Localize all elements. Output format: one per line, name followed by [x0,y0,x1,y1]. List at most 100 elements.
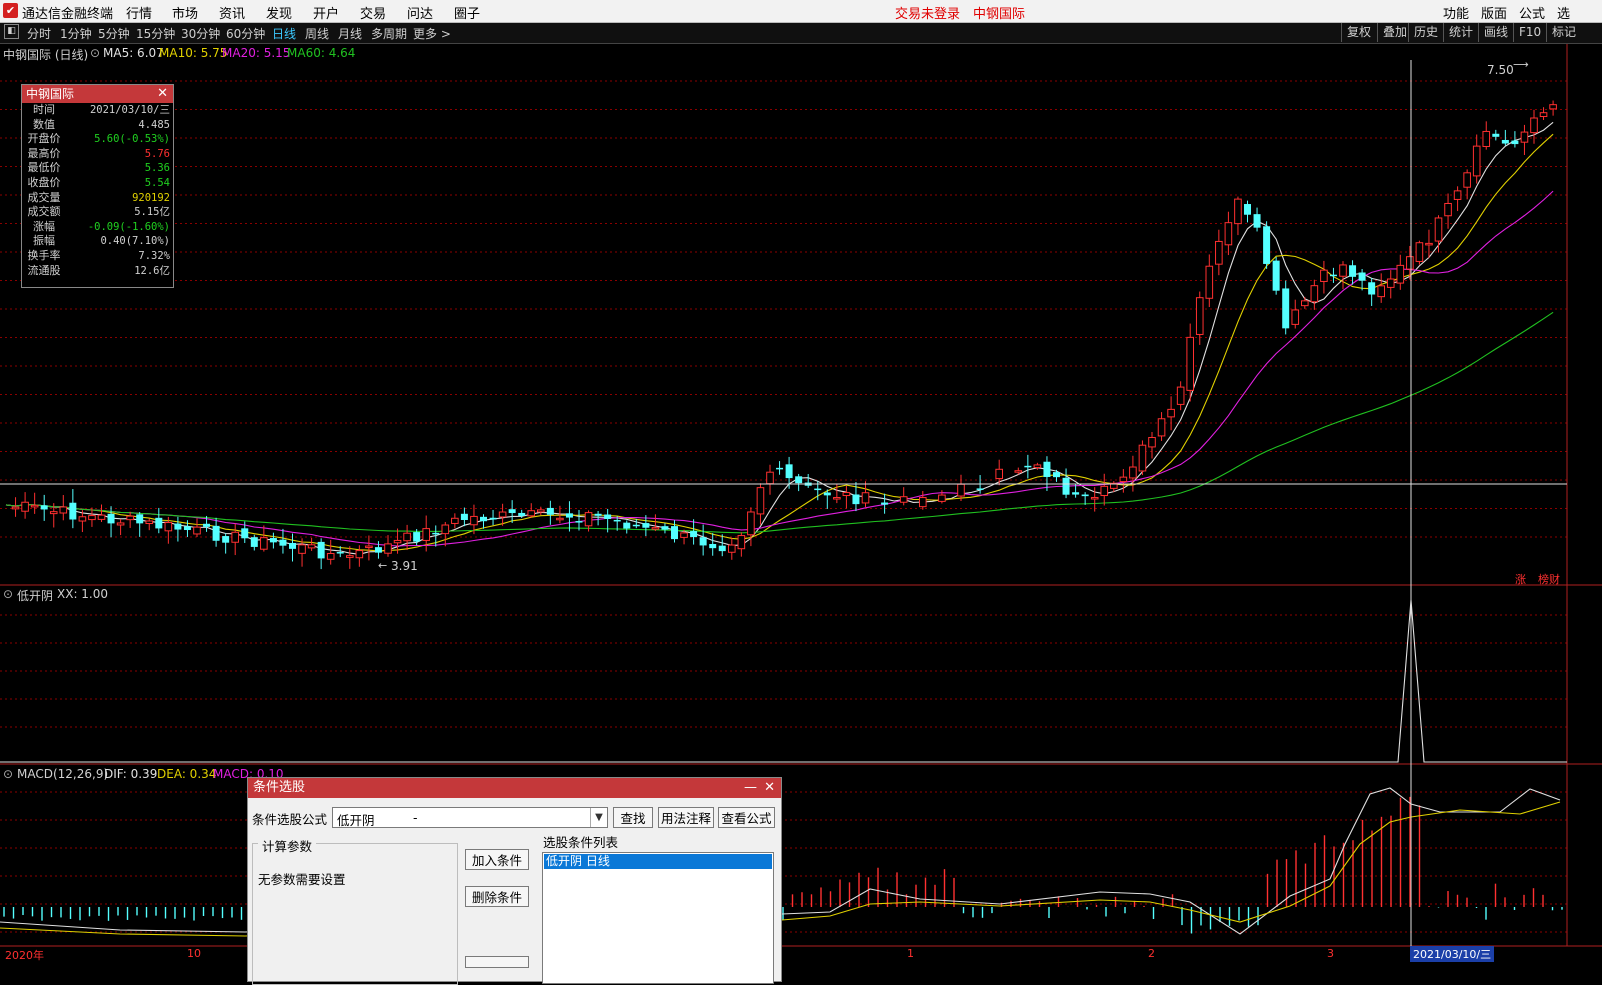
candle-body-down [1081,494,1089,497]
period-tab-weekly[interactable]: 周线 [305,25,329,42]
close-icon[interactable]: ✕ [157,85,168,103]
indicator-spike-line [0,599,1567,763]
menu-item-trade[interactable]: 交易 [360,3,386,22]
candle-body-up [384,543,392,554]
menu-item-ask[interactable]: 问达 [407,3,433,22]
info-panel-header[interactable]: 中钢国际 ✕ [22,85,173,103]
candle-body-up [1033,464,1042,469]
minimize-icon[interactable]: — [744,778,757,798]
condition-list[interactable]: 低开阴 日线 [542,852,774,984]
candle-body-up [957,483,965,497]
info-row: 开盘价 5.60(-0.53%) [22,132,173,147]
macd-settings-icon[interactable]: ⊙ [3,767,13,781]
candle-body-down [823,492,831,496]
candle-body-up [1119,476,1128,483]
candle-body-up [30,504,39,508]
menu-item-circle[interactable]: 圈子 [454,3,480,22]
candle-body-down [613,519,621,522]
menu-item-open-account[interactable]: 开户 [313,3,339,22]
candle-body-up [365,545,373,549]
add-condition-button[interactable]: 加入条件 [465,849,529,870]
macd-dea-label: DEA: 0.34 [157,767,217,781]
menu-item-formula[interactable]: 公式 [1519,3,1545,22]
period-tab-daily[interactable]: 日线 [272,25,296,42]
chart-settings-icon[interactable]: ⊙ [90,46,100,60]
candle-body-up [1138,444,1147,472]
indicator-settings-icon[interactable]: ⊙ [3,587,13,601]
no-params-text: 无参数需要设置 [258,872,346,887]
candle-body-down [881,502,889,505]
macd-dif-label: DIF: 0.39 [104,767,158,781]
trade-login-status[interactable]: 交易未登录 [895,3,960,22]
condition-list-item[interactable]: 低开阴 日线 [544,854,772,869]
menu-item-news[interactable]: 资讯 [219,3,245,22]
period-tab-more[interactable]: 更多 > [413,25,451,42]
candle-body-up [899,496,908,503]
menu-item-layout[interactable]: 版面 [1481,3,1507,22]
candle-body-up [126,515,134,521]
info-row: 最高价 5.76 [22,147,173,162]
chart-canvas[interactable] [0,44,1602,980]
info-row-key: 成交额 [27,205,61,219]
menu-item-quotes[interactable]: 行情 [126,3,152,22]
close-icon[interactable]: ✕ [764,778,775,798]
period-tab-15min[interactable]: 15分钟 [136,25,175,42]
x-axis-label-3: 3 [1327,947,1334,960]
chevron-down-icon[interactable]: ▼ [590,808,607,827]
formula-select[interactable]: 低开阴 - ▼ [332,807,608,828]
current-stock-name: 中钢国际 [973,7,1026,22]
info-row-value: 5.76 [144,147,170,160]
period-tab-5min[interactable]: 5分钟 [98,25,130,42]
candle-body-up [1129,466,1137,479]
period-tab-30min[interactable]: 30分钟 [181,25,220,42]
candle-body-up [441,524,450,535]
menu-item-select[interactable]: 选 [1557,3,1570,22]
usage-notes-button[interactable]: 用法注释 [658,807,714,828]
info-row-value: 5.36 [144,162,170,175]
dialog-titlebar[interactable]: 条件选股 — ✕ [248,778,781,798]
candle-body-down [250,537,258,547]
candle-body-down [632,524,640,527]
menu-item-function[interactable]: 功能 [1443,3,1469,22]
ma10-label: MA10: 5.75 [159,46,228,60]
find-button[interactable]: 查找 [613,807,653,828]
app-logo-icon: ✔ [3,3,18,18]
sidebar-toggle-icon[interactable]: ◧ [4,24,19,39]
candle-body-up [1014,470,1023,473]
candle-body-up [1301,300,1309,307]
condition-select-dialog: 条件选股 — ✕ 条件选股公式 低开阴 - ▼ 查找 用法注释 查看公式 计算参… [247,777,782,985]
candle-body-up [21,501,29,512]
candle-body-up [403,532,411,542]
info-row-key: 收盘价 [27,175,61,189]
period-tab-timeshare[interactable]: 分时 [27,25,51,42]
candle-body-down [1282,288,1290,329]
period-tab-60min[interactable]: 60分钟 [226,25,265,42]
ma-line-20 [5,190,1554,547]
menu-item-market[interactable]: 市场 [172,3,198,22]
dialog-title: 条件选股 [253,780,306,795]
candle-body-up [1463,172,1471,188]
candle-body-down [594,513,602,516]
menu-item-discover[interactable]: 发现 [266,3,292,22]
rank-tag-up[interactable]: 涨 [1515,571,1526,587]
candle-body-down [1263,226,1271,264]
period-tab-monthly[interactable]: 月线 [338,25,362,42]
candle-body-down [136,514,144,524]
app-title: 通达信金融终端 [22,7,114,22]
candle-body-up [97,514,106,520]
info-row-value: -0.09(-1.60%) [87,220,170,233]
candle-body-up [651,527,660,530]
period-tab-1min[interactable]: 1分钟 [60,25,92,42]
candle-body-up [1291,309,1300,325]
delete-condition-button[interactable]: 删除条件 [465,886,529,907]
view-formula-button[interactable]: 查看公式 [718,807,775,828]
more-button[interactable] [465,956,529,968]
mark-button[interactable]: 标记 [1546,23,1602,42]
candle-body-up [756,487,765,515]
candle-body-down [575,521,583,523]
candle-body-up [1539,112,1548,118]
rank-tag-finance[interactable]: 榜财 [1538,571,1560,587]
crosshair-date-label: 2021/03/10/三 [1410,946,1495,962]
candle-body-down [203,523,211,527]
period-tab-multi[interactable]: 多周期 [371,25,407,42]
